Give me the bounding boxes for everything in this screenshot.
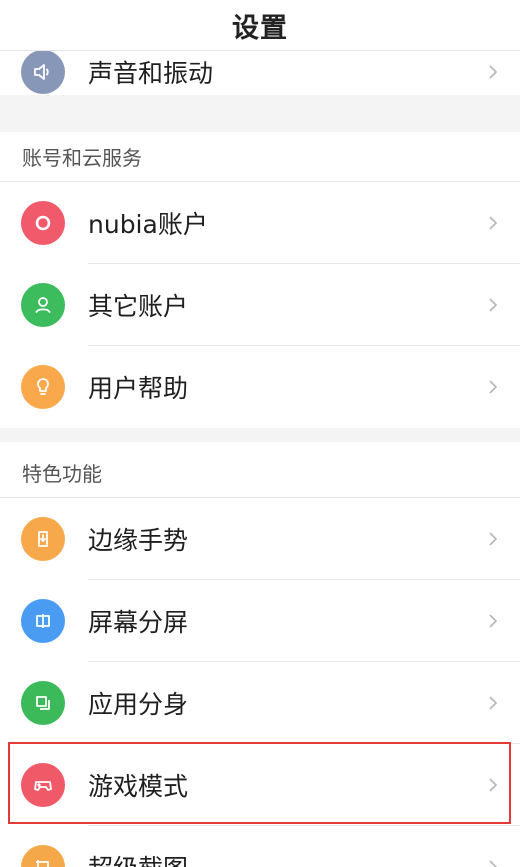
settings-item-label: 超级截图: [88, 849, 188, 867]
app-clone-icon: [21, 681, 65, 725]
settings-item-label: 用户帮助: [88, 374, 189, 403]
chevron-right-icon: [486, 63, 500, 81]
chevron-right-icon: [486, 776, 500, 794]
settings-item-label: 屏幕分屏: [88, 608, 189, 637]
settings-item-label: nubia账户: [88, 210, 208, 239]
settings-item-label: 声音和振动: [88, 59, 214, 88]
section-header-account: 账号和云服务: [0, 132, 520, 182]
chevron-right-icon: [486, 378, 500, 396]
settings-screen: 设置 声音和振动 账号和云服务 nubia账户 其它账户 用户帮助 特色功能 边…: [0, 0, 520, 867]
settings-item-label: 其它账户: [88, 292, 189, 321]
settings-item-app-clone[interactable]: 应用分身: [0, 662, 520, 744]
settings-item-nubia-account[interactable]: nubia账户: [0, 182, 520, 264]
settings-item-sound[interactable]: 声音和振动: [0, 50, 520, 95]
screenshot-icon: [21, 845, 65, 867]
section-gap: [0, 428, 520, 442]
settings-item-edge-gesture[interactable]: 边缘手势: [0, 498, 520, 580]
lightbulb-icon: [21, 365, 65, 409]
person-icon: [21, 283, 65, 327]
edge-gesture-icon: [21, 517, 65, 561]
chevron-right-icon: [486, 296, 500, 314]
chevron-right-icon: [486, 214, 500, 232]
chevron-right-icon: [486, 530, 500, 548]
settings-item-game-mode[interactable]: 游戏模式: [0, 744, 520, 826]
settings-item-other-account[interactable]: 其它账户: [0, 264, 520, 346]
speaker-icon: [21, 50, 65, 94]
app-header: 设置: [0, 0, 520, 51]
section-gap: [0, 95, 520, 132]
nubia-ring-icon: [21, 201, 65, 245]
settings-item-super-screenshot[interactable]: 超级截图: [0, 826, 520, 867]
settings-item-split-screen[interactable]: 屏幕分屏: [0, 580, 520, 662]
chevron-right-icon: [486, 858, 500, 867]
settings-item-help[interactable]: 用户帮助: [0, 346, 520, 428]
settings-item-label: 应用分身: [88, 690, 189, 719]
gamepad-icon: [21, 763, 65, 807]
chevron-right-icon: [486, 612, 500, 630]
settings-list: 声音和振动 账号和云服务 nubia账户 其它账户 用户帮助 特色功能 边缘手势…: [0, 50, 520, 867]
settings-item-label: 游戏模式: [88, 772, 189, 801]
split-screen-icon: [21, 599, 65, 643]
settings-item-label: 边缘手势: [88, 526, 189, 555]
page-title: 设置: [232, 12, 288, 44]
chevron-right-icon: [486, 694, 500, 712]
section-header-features: 特色功能: [0, 442, 520, 498]
